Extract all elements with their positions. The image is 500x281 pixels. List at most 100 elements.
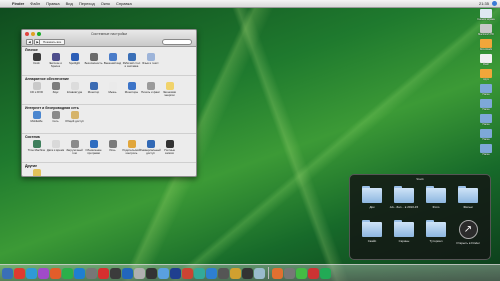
dock-app-icon[interactable] — [110, 267, 121, 279]
pref-pane-item[interactable]: Звук — [46, 82, 65, 97]
pref-pane-item[interactable]: Экспозе и Spaces — [46, 53, 65, 68]
pref-pane-item[interactable]: Экономия энергии — [160, 82, 179, 97]
back-button[interactable]: ◀ — [26, 39, 33, 45]
pref-pane-item[interactable]: CD и DVD — [27, 82, 46, 97]
stack-folder-item[interactable]: Фото — [420, 186, 452, 220]
pref-pane-label: Универсальный доступ — [140, 148, 161, 155]
section-title: Система — [25, 135, 40, 139]
desktop-item[interactable]: Папка — [480, 129, 492, 143]
dock-app-icon[interactable] — [134, 267, 145, 279]
dock-app-icon[interactable] — [38, 267, 49, 279]
stack-folder-item[interactable]: Туториал — [420, 220, 452, 254]
dock-app-icon[interactable] — [146, 267, 157, 279]
dock-app-icon[interactable] — [254, 267, 265, 279]
stack-item-label: Док — [369, 205, 375, 209]
prefs-section: Интернет и беспроводная сеть MobileMe Сеть… — [22, 105, 196, 134]
pref-pane-item[interactable]: Time Machine — [27, 140, 46, 155]
pref-pane-item[interactable]: Общий доступ — [65, 111, 84, 123]
pref-pane-item[interactable]: Загрузочный том — [65, 140, 84, 155]
pref-pane-item[interactable]: Универсальный доступ — [140, 140, 161, 155]
menu-edit[interactable]: Правка — [43, 1, 63, 6]
pref-pane-item[interactable]: Dock — [27, 53, 46, 68]
pref-pane-item[interactable]: Дата и время — [46, 140, 65, 155]
desktop-item[interactable]: Downloads — [480, 39, 492, 53]
dock-app-icon[interactable] — [170, 267, 181, 279]
dock-app-icon[interactable] — [230, 267, 241, 279]
pref-pane-item[interactable]: Учетные записи — [160, 140, 179, 155]
pref-pane-label: Обновление программ — [85, 148, 102, 155]
dock-app-icon[interactable] — [320, 267, 331, 279]
pref-pane-item[interactable]: Growl — [27, 169, 46, 176]
dock-app-icon[interactable] — [218, 267, 229, 279]
pref-pane-label: CD и DVD — [29, 90, 44, 94]
pref-pane-item[interactable]: Печать и факс — [141, 82, 160, 97]
menu-clock[interactable]: 21:35 — [479, 1, 489, 6]
open-in-finder-button[interactable]: ↗ Открыть в Finder — [452, 220, 484, 254]
stack-folder-item[interactable]: Фильм — [452, 186, 484, 220]
prefs-section: Система Time Machine Дата и время Загрузочн… — [22, 134, 196, 163]
pref-pane-item[interactable]: Безопасность — [84, 53, 103, 68]
dock-app-icon[interactable] — [2, 267, 13, 279]
pref-pane-item[interactable]: Родительский контроль — [122, 140, 141, 155]
desktop-item-label: Downloads — [479, 48, 493, 51]
pref-pane-item[interactable]: Речь — [103, 140, 122, 155]
pref-pane-item[interactable]: Мышь — [103, 82, 122, 97]
desktop-item[interactable]: Папка — [480, 99, 492, 113]
pref-pane-item[interactable]: Внешний вид — [103, 53, 122, 68]
dock-app-icon[interactable] — [194, 267, 205, 279]
dock-app-icon[interactable] — [98, 267, 109, 279]
dock-app-icon[interactable] — [62, 267, 73, 279]
dock-app-icon[interactable] — [182, 267, 193, 279]
pref-pane-item[interactable]: Сеть — [46, 111, 65, 123]
dock-app-icon[interactable] — [242, 267, 253, 279]
menu-go[interactable]: Переход — [76, 1, 98, 6]
pref-pane-icon — [146, 53, 155, 61]
stack-folder-item[interactable]: Скрины — [388, 220, 420, 254]
show-all-button[interactable]: Показать все — [39, 39, 66, 45]
desktop-item[interactable]: Apps — [480, 69, 492, 83]
desktop-item[interactable]: Папка — [480, 84, 492, 98]
pref-pane-icon — [32, 82, 41, 90]
dock-app-icon[interactable] — [284, 267, 295, 279]
spotlight-icon[interactable] — [492, 1, 497, 6]
folder-icon — [362, 220, 382, 237]
pref-pane-item[interactable]: Spotlight — [65, 53, 84, 68]
dock-app-icon[interactable] — [86, 267, 97, 279]
desktop-item[interactable]: Папка — [480, 144, 492, 158]
pref-pane-item[interactable]: Монитор — [84, 82, 103, 97]
dock-app-icon[interactable] — [272, 267, 283, 279]
pref-pane-item[interactable]: Клавиатура — [65, 82, 84, 97]
stack-folder-item[interactable]: Скайп — [356, 220, 388, 254]
desktop-item[interactable]: Flash — [480, 54, 492, 68]
menu-help[interactable]: Справка — [113, 1, 135, 6]
menu-finder[interactable]: Finder — [9, 1, 27, 6]
menu-window[interactable]: Окно — [98, 1, 113, 6]
desktop-item[interactable]: Папка — [480, 114, 492, 128]
pref-pane-icon — [127, 140, 136, 148]
search-input[interactable] — [162, 39, 192, 45]
stack-folder-item[interactable]: AA - Зол... в 2010-15 — [388, 186, 420, 220]
pref-pane-icon — [108, 140, 117, 148]
dock-app-icon[interactable] — [50, 267, 61, 279]
dock-app-icon[interactable] — [308, 267, 319, 279]
desktop-item[interactable]: Macintosh HD — [478, 24, 494, 38]
dock-app-icon[interactable] — [74, 267, 85, 279]
menu-file[interactable]: Файл — [27, 1, 43, 6]
pref-pane-item[interactable]: MobileMe — [27, 111, 46, 123]
pref-pane-item[interactable]: Обновление программ — [84, 140, 103, 155]
pref-pane-label: Загрузочный том — [66, 148, 83, 155]
dock-app-icon[interactable] — [122, 267, 133, 279]
stack-folder-item[interactable]: Док — [356, 186, 388, 220]
pref-row: CD и DVD Звук Клавиатура Монитор Мышь Монитор… — [27, 82, 179, 97]
desktop-item-icon — [480, 99, 492, 108]
desktop-item[interactable]: Снимок экрана — [477, 9, 495, 23]
pref-pane-item[interactable]: Рабочий стол и заставка — [122, 53, 141, 68]
dock-app-icon[interactable] — [158, 267, 169, 279]
dock-app-icon[interactable] — [206, 267, 217, 279]
dock-app-icon[interactable] — [14, 267, 25, 279]
pref-pane-item[interactable]: Мониторы — [122, 82, 141, 97]
dock-app-icon[interactable] — [296, 267, 307, 279]
menu-view[interactable]: Вид — [63, 1, 76, 6]
pref-pane-item[interactable]: Язык и текст — [141, 53, 160, 68]
dock-app-icon[interactable] — [26, 267, 37, 279]
